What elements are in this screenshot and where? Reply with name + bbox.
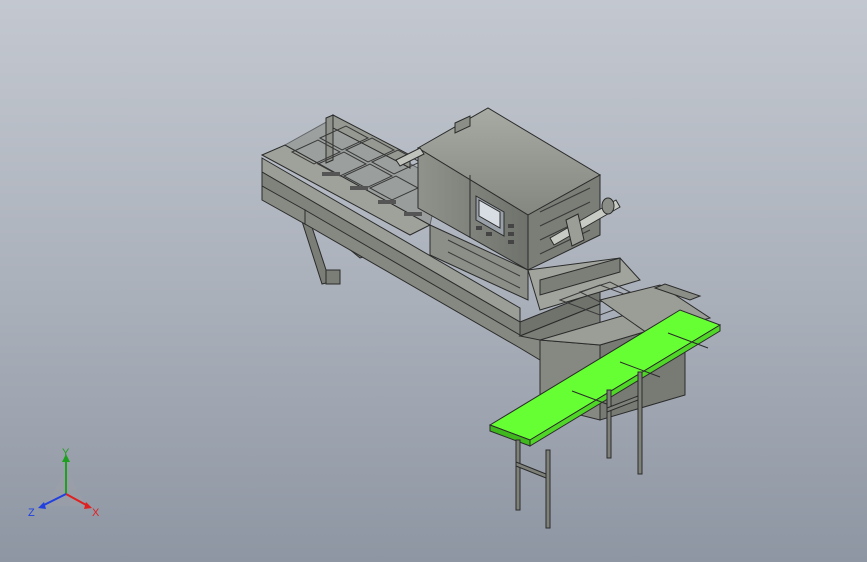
coordinate-triad: Y X Z [28, 447, 100, 519]
machine-model[interactable] [0, 0, 867, 562]
cad-viewport[interactable]: Y X Z [0, 0, 867, 562]
x-axis-label: X [92, 507, 100, 519]
z-axis-label: Z [28, 507, 35, 519]
y-axis-label: Y [62, 447, 70, 459]
